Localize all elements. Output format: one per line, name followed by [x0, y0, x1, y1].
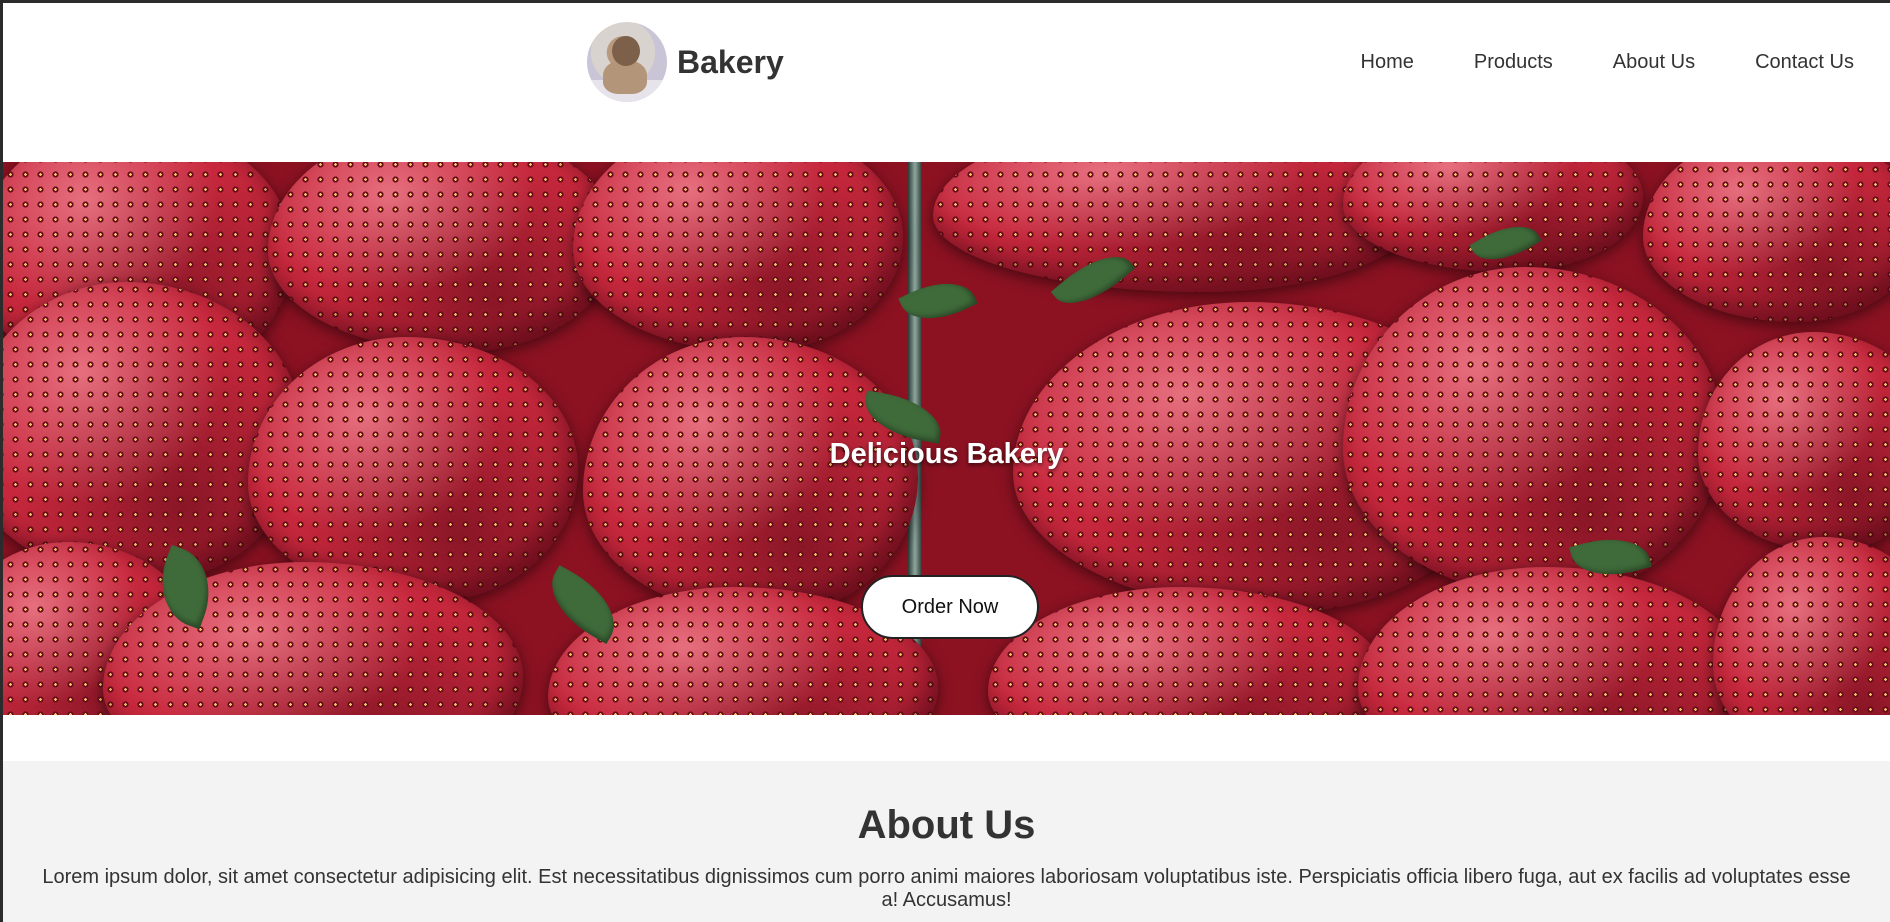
order-now-button[interactable]: Order Now — [861, 575, 1039, 639]
about-heading: About Us — [857, 803, 1036, 847]
strawberry — [1358, 567, 1748, 715]
puppy-avatar-icon — [587, 22, 667, 102]
avatar-pup-head — [612, 36, 640, 66]
strawberry — [573, 162, 903, 352]
site-header: Bakery Home Products About Us Contact Us — [3, 3, 1890, 161]
main-nav: Home Products About Us Contact Us — [1361, 51, 1855, 74]
strawberry — [1343, 267, 1723, 597]
hero-title: Delicious Bakery — [829, 438, 1064, 470]
strawberry — [1713, 537, 1890, 715]
strawberry — [583, 337, 918, 617]
hero-banner: Delicious Bakery Order Now — [3, 162, 1890, 715]
page: Bakery Home Products About Us Contact Us — [3, 3, 1890, 922]
about-section: About Us Lorem ipsum dolor, sit amet con… — [3, 761, 1890, 922]
nav-link-home[interactable]: Home — [1361, 51, 1414, 74]
nav-link-about-us[interactable]: About Us — [1613, 51, 1695, 74]
nav-link-products[interactable]: Products — [1474, 51, 1553, 74]
brand[interactable]: Bakery — [587, 22, 784, 102]
nav-link-contact-us[interactable]: Contact Us — [1755, 51, 1854, 74]
brand-name: Bakery — [677, 43, 784, 80]
about-text: Lorem ipsum dolor, sit amet consectetur … — [42, 866, 1851, 911]
strawberry — [1643, 162, 1890, 322]
strawberry — [268, 162, 618, 352]
